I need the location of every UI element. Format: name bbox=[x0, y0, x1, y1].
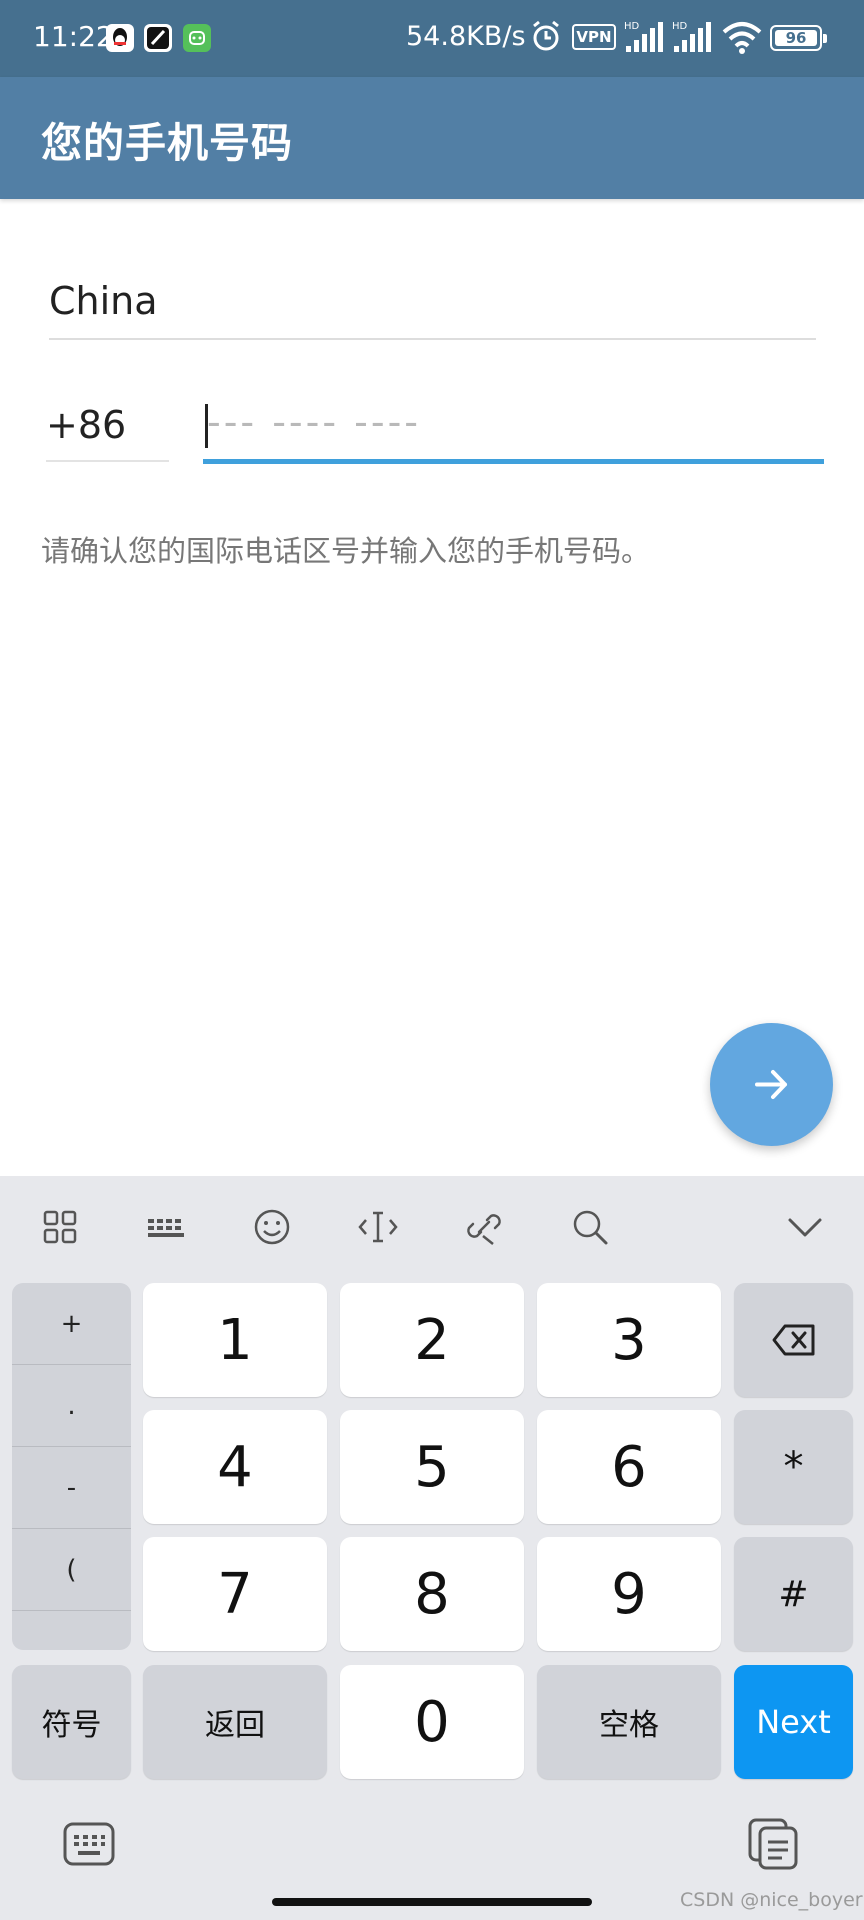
symbol-side-column: + . - ( bbox=[12, 1283, 131, 1650]
key-hash[interactable]: # bbox=[734, 1537, 853, 1651]
svg-text:HD: HD bbox=[624, 21, 640, 32]
battery-level: 96 bbox=[785, 29, 807, 47]
switch-keyboard-icon[interactable] bbox=[63, 1820, 115, 1872]
vpn-icon: VPN bbox=[572, 24, 616, 50]
backspace-icon bbox=[772, 1324, 814, 1356]
country-code-field[interactable]: +86 bbox=[46, 398, 169, 462]
key-8[interactable]: 8 bbox=[340, 1537, 524, 1651]
key-star[interactable]: * bbox=[734, 1410, 853, 1524]
qq-icon bbox=[106, 24, 134, 52]
hint-text: 请确认您的国际电话区号并输入您的手机号码。 bbox=[41, 534, 651, 568]
wifi-icon bbox=[722, 20, 762, 58]
clipboard-link-icon[interactable] bbox=[463, 1206, 505, 1248]
vpn-label: VPN bbox=[576, 28, 612, 46]
status-time: 11:22 bbox=[33, 20, 114, 53]
notes-icon bbox=[144, 24, 172, 52]
network-speed: 54.8KB/s bbox=[406, 21, 526, 52]
key-0[interactable]: 0 bbox=[340, 1665, 524, 1779]
battery-icon: 96 bbox=[770, 25, 827, 51]
grid-apps-icon[interactable] bbox=[39, 1206, 81, 1248]
key-1[interactable]: 1 bbox=[143, 1283, 327, 1397]
signal-2-icon: HD bbox=[672, 18, 712, 58]
key-3[interactable]: 3 bbox=[537, 1283, 721, 1397]
side-key-paren[interactable]: ( bbox=[12, 1529, 131, 1611]
search-icon[interactable] bbox=[569, 1206, 611, 1248]
wechat-bot-icon bbox=[183, 24, 211, 52]
keyboard-layout-icon[interactable] bbox=[145, 1206, 187, 1248]
alarm-icon bbox=[530, 18, 562, 58]
key-6[interactable]: 6 bbox=[537, 1410, 721, 1524]
home-indicator[interactable] bbox=[272, 1898, 592, 1906]
back-key[interactable]: 返回 bbox=[143, 1665, 327, 1779]
key-5[interactable]: 5 bbox=[340, 1410, 524, 1524]
key-7[interactable]: 7 bbox=[143, 1537, 327, 1651]
next-fab-button[interactable] bbox=[710, 1023, 833, 1146]
app-bar: 您的手机号码 bbox=[0, 77, 864, 199]
country-field[interactable]: China bbox=[49, 277, 816, 340]
side-key-plus[interactable]: + bbox=[12, 1283, 131, 1365]
phone-placeholder: --- ---- ---- bbox=[207, 400, 421, 444]
country-code-value: +86 bbox=[46, 403, 127, 447]
key-9[interactable]: 9 bbox=[537, 1537, 721, 1651]
watermark: CSDN @nice_boyer bbox=[680, 1889, 863, 1911]
country-value: China bbox=[49, 279, 158, 323]
arrow-right-icon bbox=[755, 1070, 787, 1099]
svg-text:HD: HD bbox=[672, 21, 688, 32]
phone-number-input[interactable]: --- ---- ---- bbox=[203, 398, 824, 464]
key-4[interactable]: 4 bbox=[143, 1410, 327, 1524]
side-key-more[interactable] bbox=[12, 1611, 131, 1650]
clipboard-icon[interactable] bbox=[748, 1816, 800, 1874]
backspace-key[interactable] bbox=[734, 1283, 853, 1397]
collapse-chevron-icon[interactable] bbox=[784, 1206, 826, 1248]
key-2[interactable]: 2 bbox=[340, 1283, 524, 1397]
page-title: 您的手机号码 bbox=[41, 119, 293, 167]
space-key[interactable]: 空格 bbox=[537, 1665, 721, 1779]
side-key-minus[interactable]: - bbox=[12, 1447, 131, 1529]
symbols-key[interactable]: 符号 bbox=[12, 1665, 131, 1779]
cursor-move-icon[interactable] bbox=[357, 1206, 399, 1248]
signal-1-icon: HD bbox=[624, 18, 664, 58]
side-key-dot[interactable]: . bbox=[12, 1365, 131, 1447]
next-key[interactable]: Next bbox=[734, 1665, 853, 1779]
status-bar: 11:22 54.8KB/s VPN HD HD 96 bbox=[0, 0, 864, 77]
emoji-icon[interactable] bbox=[251, 1206, 293, 1248]
